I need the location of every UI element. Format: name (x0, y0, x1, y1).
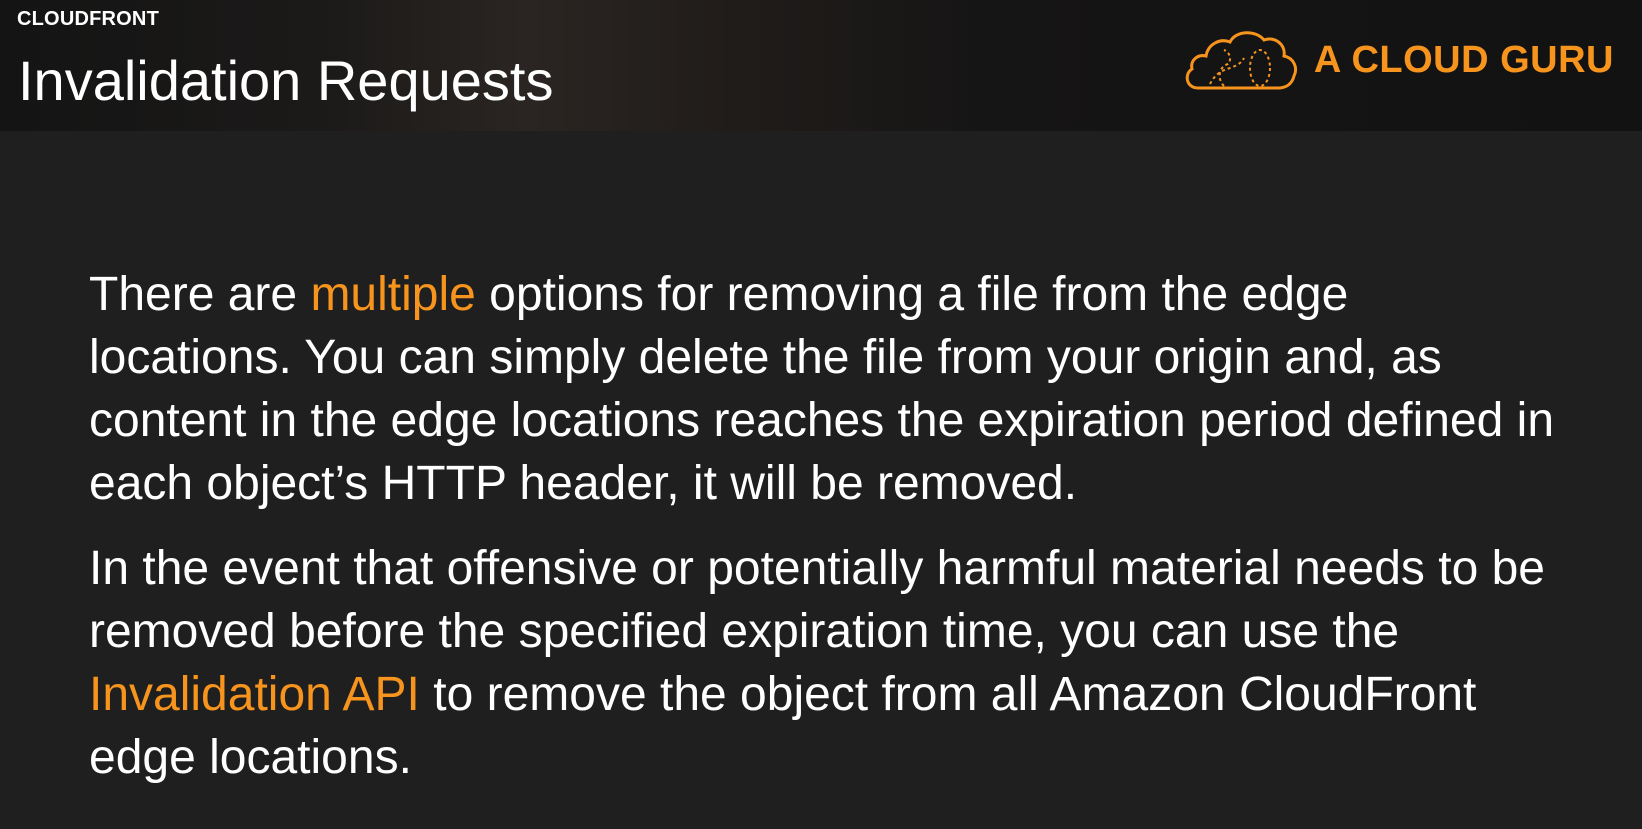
slide-content: There are multiple options for removing … (89, 263, 1559, 811)
highlight-invalidation-api: Invalidation API (89, 668, 420, 721)
cloud-logo-icon (1185, 31, 1297, 90)
slide: CLOUDFRONT Invalidation Requests A CLOUD… (0, 0, 1642, 829)
brand-lockup: A CLOUD GURU (1180, 24, 1614, 96)
paragraph-invalidation-api: In the event that offensive or potential… (89, 537, 1559, 789)
brand-name: A CLOUD GURU (1313, 38, 1614, 81)
paragraph-1-text-start: There are (89, 268, 311, 321)
slide-header: CLOUDFRONT Invalidation Requests A CLOUD… (0, 0, 1642, 131)
paragraph-2-text-start: In the event that offensive or potential… (89, 542, 1545, 658)
paragraph-removal-options: There are multiple options for removing … (89, 263, 1559, 515)
highlight-multiple: multiple (310, 268, 476, 321)
section-kicker: CLOUDFRONT (17, 8, 159, 30)
slide-title: Invalidation Requests (18, 49, 554, 112)
